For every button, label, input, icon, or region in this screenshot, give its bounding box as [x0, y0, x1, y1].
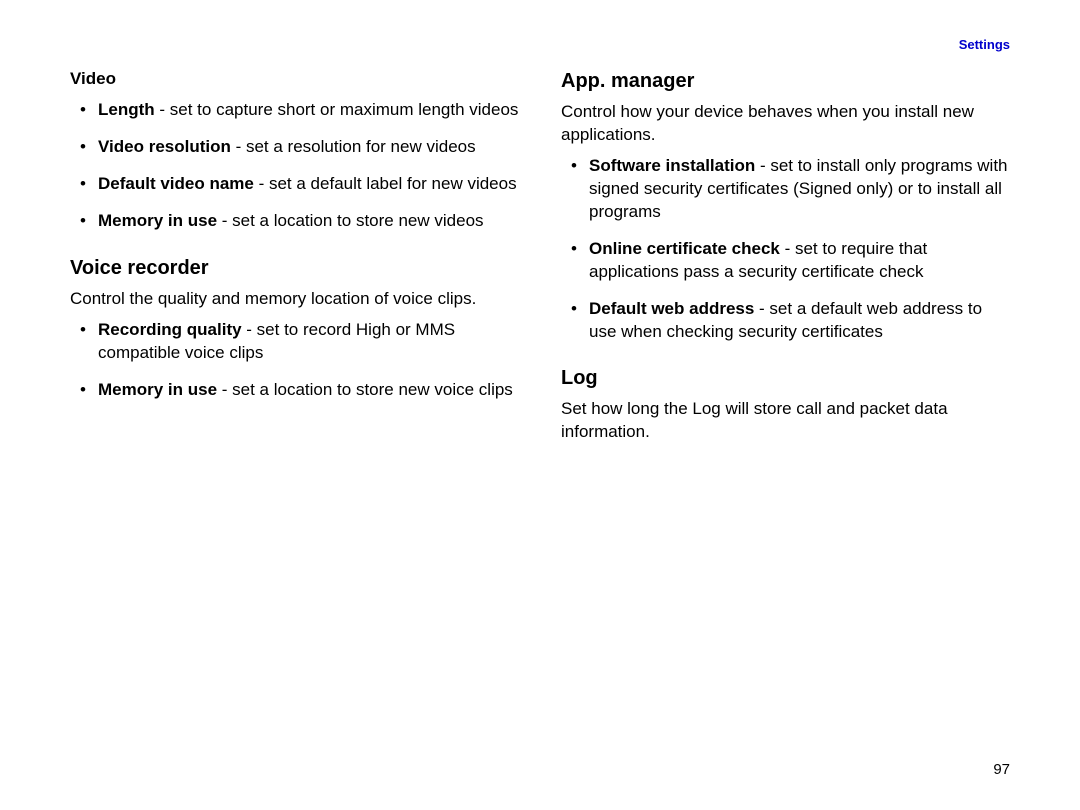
list-item: Length - set to capture short or maximum… — [70, 99, 519, 122]
left-column: Video Length - set to capture short or m… — [70, 66, 519, 452]
list-item: Default video name - set a default label… — [70, 173, 519, 196]
list-item: Default web address - set a default web … — [561, 298, 1010, 344]
item-term: Memory in use — [98, 211, 217, 230]
item-term: Video resolution — [98, 137, 231, 156]
item-term: Recording quality — [98, 320, 242, 339]
appmgr-list: Software installation - set to install o… — [561, 155, 1010, 344]
page-number: 97 — [993, 760, 1010, 780]
right-column: App. manager Control how your device beh… — [561, 66, 1010, 452]
appmgr-heading: App. manager — [561, 68, 1010, 95]
log-intro: Set how long the Log will store call and… — [561, 398, 1010, 444]
list-item: Memory in use - set a location to store … — [70, 210, 519, 233]
list-item: Software installation - set to install o… — [561, 155, 1010, 224]
list-item: Online certificate check - set to requir… — [561, 238, 1010, 284]
item-desc: - set to capture short or maximum length… — [155, 100, 519, 119]
item-desc: - set a location to store new videos — [217, 211, 483, 230]
video-list: Length - set to capture short or maximum… — [70, 99, 519, 233]
voice-list: Recording quality - set to record High o… — [70, 319, 519, 402]
item-desc: - set a location to store new voice clip… — [217, 380, 513, 399]
voice-intro: Control the quality and memory location … — [70, 288, 519, 311]
item-term: Default video name — [98, 174, 254, 193]
item-term: Length — [98, 100, 155, 119]
item-term: Online certificate check — [589, 239, 780, 258]
content-columns: Video Length - set to capture short or m… — [70, 66, 1010, 452]
video-heading: Video — [70, 68, 519, 91]
header-label: Settings — [959, 36, 1010, 54]
list-item: Memory in use - set a location to store … — [70, 379, 519, 402]
list-item: Video resolution - set a resolution for … — [70, 136, 519, 159]
item-desc: - set a default label for new videos — [254, 174, 517, 193]
log-heading: Log — [561, 365, 1010, 392]
list-item: Recording quality - set to record High o… — [70, 319, 519, 365]
voice-heading: Voice recorder — [70, 255, 519, 282]
item-desc: - set a resolution for new videos — [231, 137, 476, 156]
item-term: Memory in use — [98, 380, 217, 399]
appmgr-intro: Control how your device behaves when you… — [561, 101, 1010, 147]
item-term: Default web address — [589, 299, 754, 318]
item-term: Software installation — [589, 156, 755, 175]
